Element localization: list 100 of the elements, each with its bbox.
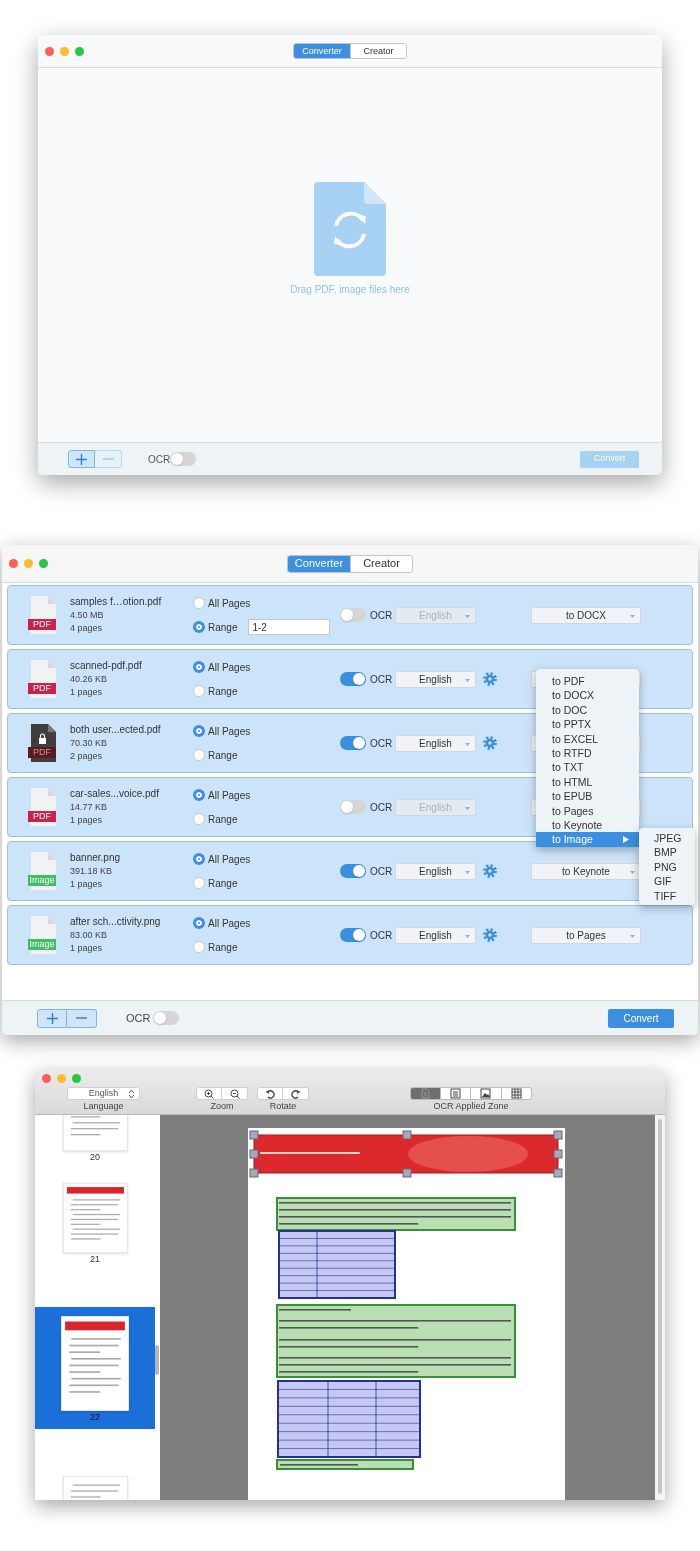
toolbar-label: OCR Applied Zone: [433, 1102, 509, 1111]
radio-button[interactable]: [193, 749, 205, 761]
minimize-button[interactable]: [24, 559, 33, 568]
tab[interactable]: Creator: [350, 44, 406, 58]
add-button[interactable]: [37, 1008, 67, 1028]
ocr-toggle[interactable]: [340, 800, 366, 814]
minimize-button[interactable]: [57, 1074, 66, 1083]
zone-button[interactable]: [501, 1087, 532, 1100]
settings-icon[interactable]: [483, 672, 497, 686]
page-thumbnail[interactable]: [62, 1183, 128, 1253]
language-dropdown[interactable]: English: [395, 734, 476, 752]
menu-item[interactable]: to TXT: [536, 760, 639, 775]
radio-button[interactable]: [193, 941, 205, 953]
scrollbar[interactable]: [658, 1119, 662, 1494]
settings-icon[interactable]: [483, 864, 497, 878]
radio-button[interactable]: [193, 661, 205, 673]
ocr-label: OCR: [370, 800, 394, 815]
radio-button[interactable]: [193, 621, 205, 633]
caret-icon: [465, 934, 470, 939]
settings-icon[interactable]: [483, 928, 497, 942]
menu-item[interactable]: GIF: [639, 874, 695, 889]
menu-item[interactable]: to DOC: [536, 702, 639, 718]
radio-button[interactable]: [193, 877, 205, 889]
menu-item[interactable]: TIFF: [639, 888, 695, 903]
radio-button[interactable]: [193, 853, 205, 865]
ocr-toggle[interactable]: [340, 736, 366, 750]
ocr-toggle[interactable]: [340, 672, 366, 686]
menu-item[interactable]: to PDF: [536, 674, 639, 689]
file-type-badge: PDF: [28, 811, 56, 822]
caret-icon: [465, 678, 470, 683]
language-dropdown[interactable]: English: [395, 670, 476, 688]
ocr-label: OCR: [370, 672, 394, 687]
radio-label: All Pages: [208, 916, 251, 931]
radio-label: Range: [208, 620, 238, 635]
radio-label: All Pages: [208, 788, 251, 803]
radio-button[interactable]: [193, 597, 205, 609]
zoom-in-icon: [204, 1088, 214, 1099]
language-dropdown[interactable]: English: [395, 926, 476, 944]
page-thumbnail[interactable]: [61, 1316, 129, 1411]
zoom-button[interactable]: [72, 1074, 81, 1083]
ocr-toggle[interactable]: [340, 928, 366, 942]
toolbar-label: Zoom: [210, 1102, 234, 1111]
ocr-label: OCR: [370, 928, 394, 943]
zoom-button[interactable]: [39, 559, 48, 568]
radio-button[interactable]: [193, 789, 205, 801]
menu-item[interactable]: JPEG: [639, 831, 695, 846]
ocr-toggle[interactable]: [153, 1011, 180, 1025]
range-field[interactable]: 1-2: [248, 619, 331, 635]
close-button[interactable]: [42, 1074, 51, 1083]
radio-label: All Pages: [208, 596, 251, 611]
file-size: 4.50 MB: [70, 609, 105, 622]
radio-button[interactable]: [193, 685, 205, 697]
file-type-badge: PDF: [28, 747, 56, 758]
format-dropdown[interactable]: to Pages: [531, 926, 641, 944]
ocr-toggle[interactable]: [170, 452, 197, 466]
radio-button[interactable]: [193, 917, 205, 929]
format-dropdown[interactable]: to DOCX: [531, 606, 641, 624]
drop-hint: Drag PDF, image files here: [290, 283, 410, 297]
table-zone-icon: [510, 1088, 522, 1099]
radio-button[interactable]: [193, 725, 205, 737]
menu-item[interactable]: to Pages: [536, 803, 639, 818]
file-size: 391.18 KB: [70, 865, 114, 878]
page-count: 1 pages: [70, 686, 104, 699]
rotate-left-button[interactable]: [257, 1087, 283, 1100]
ocr-toggle[interactable]: [340, 864, 366, 878]
file-size: 14.77 KB: [70, 801, 109, 814]
add-button[interactable]: [68, 450, 95, 468]
ocr-toggle[interactable]: [340, 608, 366, 622]
menu-item[interactable]: to PPTX: [536, 717, 639, 732]
rotate-right-button[interactable]: [283, 1087, 309, 1100]
menu-item[interactable]: to HTML: [536, 774, 639, 790]
menu-item[interactable]: to EPUB: [536, 789, 639, 804]
close-button[interactable]: [45, 46, 54, 56]
menu-item[interactable]: to DOCX: [536, 688, 639, 703]
format-dropdown[interactable]: to Keynote: [531, 862, 641, 880]
menu-item[interactable]: PNG: [639, 859, 695, 875]
menu-item[interactable]: to EXCEL: [536, 731, 639, 746]
caret-icon: [465, 870, 470, 875]
zoom-button[interactable]: [75, 46, 84, 56]
menu-item[interactable]: to RTFD: [536, 745, 639, 761]
language-popup[interactable]: English: [67, 1087, 140, 1100]
file-name: banner.png: [70, 851, 122, 865]
language-dropdown[interactable]: English: [395, 862, 476, 880]
zone-button[interactable]: [471, 1087, 502, 1100]
tab[interactable]: Creator: [350, 555, 412, 572]
radio-label: All Pages: [208, 660, 251, 675]
file-name: both user...ected.pdf: [70, 723, 162, 737]
menu-item[interactable]: to Keynote: [536, 817, 639, 833]
menu-item[interactable]: BMP: [639, 845, 695, 860]
remove-button[interactable]: [67, 1008, 97, 1028]
zoom-in-button[interactable]: [196, 1087, 222, 1100]
settings-icon[interactable]: [483, 736, 497, 750]
radio-button[interactable]: [193, 813, 205, 825]
caret-icon: [630, 870, 635, 875]
scrollbar[interactable]: [155, 1345, 159, 1375]
ocr-label: OCR: [148, 452, 171, 467]
caret-icon: [630, 934, 635, 939]
close-button[interactable]: [9, 559, 18, 568]
zoom-out-button[interactable]: [222, 1087, 248, 1100]
minimize-button[interactable]: [60, 46, 69, 56]
